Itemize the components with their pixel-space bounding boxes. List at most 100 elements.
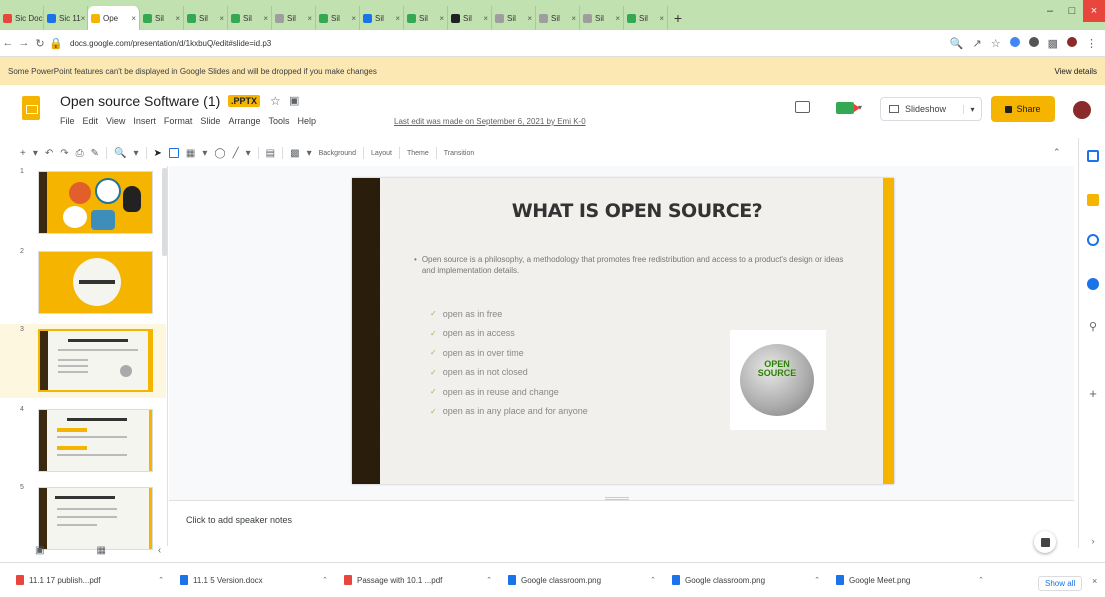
meet-icon[interactable]: [836, 102, 860, 114]
download-item[interactable]: Passage with 10.1 ...pdf ⌃: [344, 575, 508, 585]
browser-tab[interactable]: Sil ×: [536, 6, 580, 30]
chevron-up-icon[interactable]: ⌃: [650, 576, 656, 584]
maximize-icon[interactable]: □: [1061, 0, 1083, 22]
image-icon[interactable]: ▦: [186, 148, 195, 159]
slide-thumbnail[interactable]: 4: [0, 404, 166, 478]
toolbar-layout[interactable]: Layout: [371, 150, 392, 157]
close-tab-icon[interactable]: ×: [219, 14, 224, 23]
menu-item[interactable]: Format: [164, 116, 193, 126]
browser-tab[interactable]: Sil ×: [624, 6, 668, 30]
forward-icon[interactable]: →: [16, 37, 32, 49]
print-icon[interactable]: ⎙: [76, 148, 84, 159]
paint-format-icon[interactable]: ✎: [91, 148, 99, 159]
menu-item[interactable]: Arrange: [228, 116, 260, 126]
browser-tab[interactable]: Sil ×: [272, 6, 316, 30]
extension-icon[interactable]: [1009, 36, 1020, 47]
open-source-image[interactable]: OPEN SOURCE: [730, 330, 826, 430]
zoom-icon[interactable]: 🔍: [114, 148, 126, 159]
speaker-notes-placeholder[interactable]: Click to add speaker notes: [186, 515, 292, 525]
text-box-icon[interactable]: [168, 148, 179, 158]
current-slide[interactable]: WHAT IS OPEN SOURCE? • Open source is a …: [352, 178, 894, 484]
download-item[interactable]: Google classroom.png ⌃: [508, 575, 672, 585]
close-tab-icon[interactable]: ×: [395, 14, 400, 23]
lock-icon[interactable]: 🔒: [48, 37, 64, 50]
browser-tab[interactable]: Sil ×: [184, 6, 228, 30]
close-tab-icon[interactable]: ×: [263, 14, 268, 23]
download-item[interactable]: 11.1 5 Version.docx ⌃: [180, 575, 344, 585]
close-window-icon[interactable]: ×: [1083, 0, 1105, 22]
close-tab-icon[interactable]: ×: [439, 14, 444, 23]
notes-resize-handle[interactable]: [605, 497, 629, 500]
last-edit-link[interactable]: Last edit was made on September 6, 2021 …: [394, 117, 586, 126]
grid-view-icon[interactable]: ▦: [96, 545, 105, 556]
browser-tab[interactable]: Sic 11 ×: [44, 6, 88, 30]
reload-icon[interactable]: ↻: [32, 37, 48, 50]
browser-tab[interactable]: Sil ×: [404, 6, 448, 30]
slide-thumbnail[interactable]: 3: [0, 324, 166, 398]
chevron-up-icon[interactable]: ⌃: [814, 576, 820, 584]
chevron-down-icon[interactable]: ▾: [963, 104, 981, 114]
chevron-up-icon[interactable]: ⌃: [486, 576, 492, 584]
edit-image-icon[interactable]: ▩: [290, 148, 299, 159]
close-tab-icon[interactable]: ×: [571, 14, 576, 23]
browser-tab[interactable]: Sil ×: [316, 6, 360, 30]
close-icon[interactable]: ×: [1092, 576, 1097, 586]
chevron-down-icon[interactable]: ▾: [858, 103, 862, 112]
browser-tab[interactable]: Sil ×: [492, 6, 536, 30]
close-tab-icon[interactable]: ×: [131, 14, 136, 23]
comment-history-icon[interactable]: [795, 101, 810, 113]
share-button[interactable]: Share: [991, 96, 1055, 122]
new-slide-icon[interactable]: +: [20, 148, 26, 159]
redo-icon[interactable]: ↷: [60, 148, 68, 159]
menu-item[interactable]: View: [106, 116, 125, 126]
chevron-up-icon[interactable]: ⌃: [322, 576, 328, 584]
speaker-notes-panel[interactable]: [169, 500, 1074, 546]
chevron-down-icon[interactable]: ▾: [33, 148, 38, 159]
browser-menu-icon[interactable]: ⋮: [1086, 37, 1097, 50]
close-tab-icon[interactable]: ×: [175, 14, 180, 23]
select-cursor-icon[interactable]: ➤: [154, 148, 162, 159]
chevron-down-icon[interactable]: ▾: [246, 148, 251, 159]
avatar[interactable]: [1073, 101, 1091, 119]
slide-thumbnail[interactable]: 2: [0, 246, 166, 320]
menu-item[interactable]: Slide: [200, 116, 220, 126]
chevron-down-icon[interactable]: ▾: [134, 148, 139, 159]
maps-pin-icon[interactable]: ⚲: [1087, 320, 1099, 333]
slide-thumbnail[interactable]: 1: [0, 166, 166, 240]
menu-item[interactable]: File: [60, 116, 75, 126]
show-all-downloads-button[interactable]: Show all: [1038, 576, 1083, 591]
close-tab-icon[interactable]: ×: [81, 14, 86, 23]
filmstrip-scrollbar[interactable]: [162, 168, 167, 256]
close-tab-icon[interactable]: ×: [483, 14, 488, 23]
slides-logo-icon[interactable]: [22, 96, 40, 120]
explore-button[interactable]: [1034, 531, 1056, 553]
move-to-folder-icon[interactable]: ▣: [289, 94, 299, 107]
chevron-up-icon[interactable]: ⌃: [978, 576, 984, 584]
extensions-puzzle-icon[interactable]: ▩: [1048, 37, 1058, 50]
browser-tab[interactable]: Sic Doc×: [0, 6, 44, 30]
toolbar-background[interactable]: Background: [319, 150, 356, 157]
star-icon[interactable]: ☆: [270, 94, 281, 108]
filmstrip-view-icon[interactable]: ▣: [35, 545, 44, 556]
keep-icon[interactable]: [1087, 194, 1099, 206]
browser-tab[interactable]: Sil ×: [360, 6, 404, 30]
toolbar-theme[interactable]: Theme: [407, 150, 429, 157]
download-item[interactable]: Google classroom.png ⌃: [672, 575, 836, 585]
view-details-link[interactable]: View details: [1054, 67, 1097, 76]
contacts-icon[interactable]: [1087, 278, 1099, 290]
browser-tab[interactable]: Sil ×: [448, 6, 492, 30]
bookmark-star-icon[interactable]: ☆: [991, 37, 1001, 50]
comment-icon[interactable]: ▤: [266, 148, 275, 159]
zoom-icon[interactable]: 🔍: [950, 37, 964, 50]
extension-icon[interactable]: [1028, 36, 1039, 47]
minimize-icon[interactable]: –: [1039, 0, 1061, 22]
back-icon[interactable]: ←: [0, 37, 16, 49]
collapse-toolbar-icon[interactable]: ⌃: [1053, 147, 1061, 158]
browser-tab[interactable]: Sil ×: [228, 6, 272, 30]
document-title[interactable]: Open source Software (1): [60, 93, 220, 109]
share-page-icon[interactable]: ↗: [973, 37, 982, 50]
undo-icon[interactable]: ↶: [45, 148, 53, 159]
close-tab-icon[interactable]: ×: [527, 14, 532, 23]
menu-item[interactable]: Insert: [133, 116, 156, 126]
shape-icon[interactable]: ◯: [214, 148, 225, 159]
